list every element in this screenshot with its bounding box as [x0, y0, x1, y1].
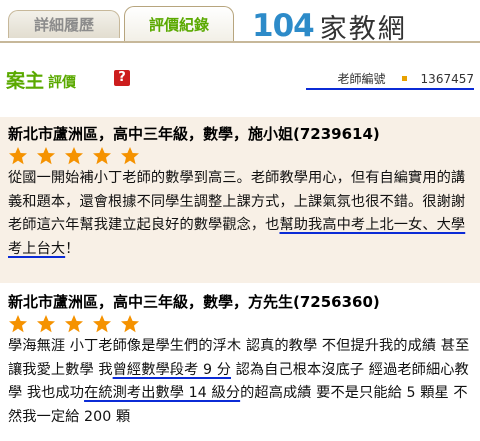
teacher-id-underline: [306, 88, 474, 90]
help-icon[interactable]: ?: [114, 70, 130, 86]
star-icon: [65, 315, 84, 333]
teacher-id-label: 老師編號: [337, 72, 386, 86]
review-card: 新北市蘆洲區，高中三年級，數學，方先生(7256360) 學海無涯 小丁老師像是…: [0, 285, 480, 441]
star-rating: [8, 314, 472, 334]
review-title: 新北市蘆洲區，高中三年級，數學，方先生(7256360): [8, 293, 380, 311]
star-icon: [9, 315, 27, 333]
teacher-id-value: 1367457: [420, 72, 474, 86]
tab-evaluation-records[interactable]: 評價紀錄: [124, 6, 234, 42]
star-icon: [93, 315, 112, 333]
tab-bar: 詳細履歷 評價紀錄 104 家教網: [0, 0, 480, 45]
star-icon: [65, 147, 84, 165]
review-title: 新北市蘆洲區，高中三年級，數學，施小姐(7239614): [8, 125, 380, 143]
review-text: 從國一開始補小丁老師的數學到高三。老師教學用心，但有自編實用的講義和題本，還會根…: [8, 170, 466, 257]
star-icon: [9, 147, 27, 165]
review-card: 新北市蘆洲區，高中三年級，數學，施小姐(7239614) 從國一開始補小丁老師的…: [0, 117, 480, 283]
star-icon: [37, 147, 56, 165]
review-highlight: 在統測考出數學 14 級分: [84, 385, 241, 401]
review-highlight: 曾經數學段考 9 分: [112, 361, 231, 378]
logo-number: 104: [252, 8, 315, 44]
tab-detailed-resume[interactable]: 詳細履歷: [8, 10, 120, 38]
star-icon: [121, 147, 140, 165]
review-text: 學海無涯 小丁老師像是學生們的浮木 認真的教學 不但提升我的成績 甚至讓我愛上數…: [8, 338, 470, 425]
logo-104-tutor[interactable]: 104 家教網: [252, 8, 407, 45]
teacher-id: 老師編號 1367457: [338, 70, 474, 87]
logo-text: 家教網: [319, 13, 407, 45]
section-title: 案主 評價: [6, 70, 77, 92]
bullet-icon: [401, 76, 407, 81]
star-icon: [93, 147, 112, 165]
star-icon: [121, 315, 140, 333]
star-icon: [37, 315, 56, 333]
star-rating: [8, 146, 472, 166]
tab-divider: [0, 41, 480, 43]
